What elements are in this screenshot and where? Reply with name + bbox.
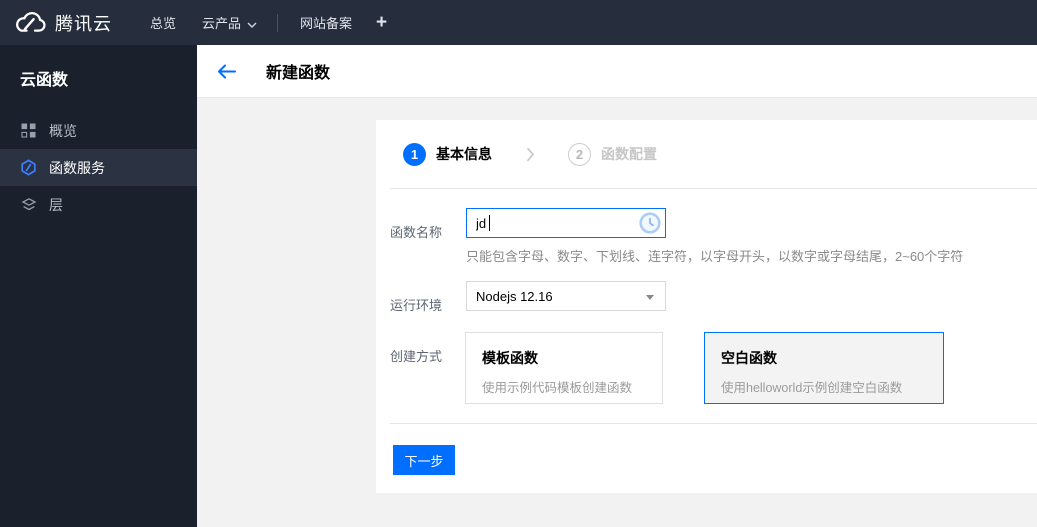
grid-icon (20, 123, 37, 138)
runtime-selected-value: Nodejs 12.16 (476, 288, 553, 304)
text-cursor (489, 215, 490, 231)
create-function-panel: 1 基本信息 2 函数配置 函数名称 只能包含字母、数字、下划线、连字符，以字母… (376, 120, 1037, 493)
sidebar-menu: 概览 函数服务 层 (0, 112, 197, 223)
runtime-label: 运行环境 (390, 298, 443, 313)
creation-method-cards: 模板函数 使用示例代码模板创建函数 空白函数 使用helloworld示例创建空… (465, 332, 944, 404)
pending-clock-icon (639, 212, 661, 234)
select-caret-icon (646, 295, 654, 300)
function-name-input[interactable] (466, 208, 666, 238)
template-function-card[interactable]: 模板函数 使用示例代码模板创建函数 (465, 332, 663, 404)
add-tab-button[interactable]: + (376, 13, 387, 32)
cloud-logo-icon (14, 11, 46, 35)
sidebar: 云函数 概览 函数服务 层 (0, 45, 197, 527)
top-nav-menu: 总览 云产品 网站备案 + (150, 13, 387, 32)
next-step-button[interactable]: 下一步 (393, 445, 455, 475)
page-title: 新建函数 (266, 65, 331, 82)
step-chevron-icon (526, 147, 535, 162)
step-2-label: 函数配置 (601, 146, 657, 162)
back-arrow-icon (217, 64, 236, 79)
content-area: 1 基本信息 2 函数配置 函数名称 只能包含字母、数字、下划线、连字符，以字母… (197, 99, 1037, 527)
step-1-label: 基本信息 (436, 146, 492, 162)
layers-icon (20, 197, 37, 213)
sidebar-item-layers[interactable]: 层 (0, 186, 197, 223)
sidebar-item-function-service[interactable]: 函数服务 (0, 149, 197, 186)
step-indicator: 1 基本信息 2 函数配置 (376, 120, 1037, 188)
divider (390, 188, 1037, 189)
top-navbar: 腾讯云 总览 云产品 网站备案 + (0, 0, 1037, 45)
card-title: 空白函数 (721, 350, 777, 366)
card-description: 使用示例代码模板创建函数 (482, 381, 633, 395)
sidebar-product-title: 云函数 (20, 72, 69, 89)
brand-name: 腾讯云 (55, 13, 112, 34)
scf-hexagon-icon (20, 159, 37, 176)
function-name-label: 函数名称 (390, 225, 443, 240)
creation-method-label: 创建方式 (390, 349, 443, 364)
nav-divider (277, 13, 279, 32)
runtime-select[interactable]: Nodejs 12.16 (466, 281, 666, 311)
tencent-cloud-logo[interactable]: 腾讯云 (0, 10, 112, 36)
card-description: 使用helloworld示例创建空白函数 (721, 381, 903, 395)
chevron-down-icon (247, 16, 257, 31)
card-title: 模板函数 (482, 350, 538, 366)
sidebar-item-label: 层 (49, 196, 63, 213)
sidebar-item-label: 函数服务 (49, 159, 105, 176)
function-name-helper: 只能包含字母、数字、下划线、连字符，以字母开头，以数字或字母结尾，2~60个字符 (466, 249, 964, 264)
nav-item-overview[interactable]: 总览 (150, 13, 176, 32)
step-2-circle: 2 (568, 142, 591, 166)
blank-function-card[interactable]: 空白函数 使用helloworld示例创建空白函数 (704, 332, 944, 404)
sidebar-item-label: 概览 (49, 122, 77, 139)
nav-item-icp-filing[interactable]: 网站备案 (300, 13, 352, 32)
step-1-circle: 1 (403, 142, 426, 166)
back-button[interactable] (217, 64, 236, 79)
sidebar-item-overview[interactable]: 概览 (0, 112, 197, 149)
divider (390, 423, 1037, 424)
page-header: 新建函数 (197, 45, 1037, 98)
function-name-field-wrap (466, 208, 666, 238)
nav-item-cloud-products[interactable]: 云产品 (202, 13, 257, 32)
